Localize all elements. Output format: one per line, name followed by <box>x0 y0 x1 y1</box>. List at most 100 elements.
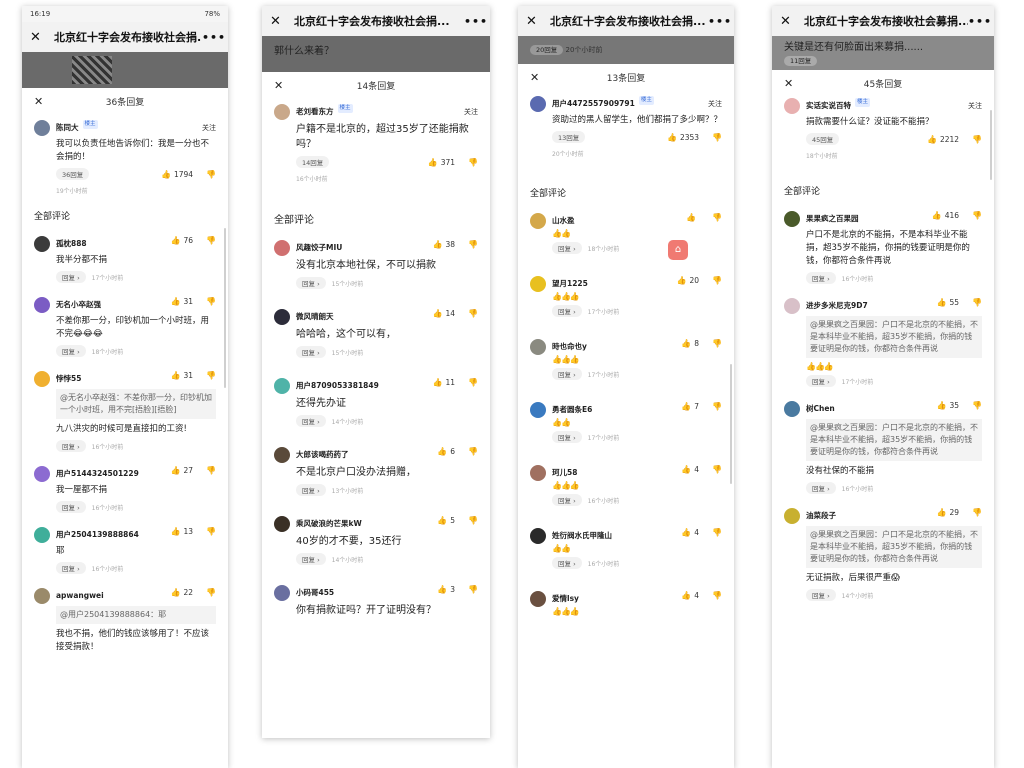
username[interactable]: 用户4472557909791 <box>552 96 635 112</box>
avatar[interactable] <box>530 591 546 607</box>
avatar[interactable] <box>274 104 290 120</box>
like-icon[interactable]: 👍 <box>932 211 942 220</box>
username[interactable]: 山水盈 <box>552 213 686 229</box>
close-icon[interactable]: ✕ <box>784 77 798 90</box>
dislike-icon[interactable]: 👎 <box>972 298 982 307</box>
like-icon[interactable]: 👍 <box>681 528 691 537</box>
more-icon[interactable]: ••• <box>202 31 225 44</box>
username[interactable]: apwangwei <box>56 588 171 604</box>
dislike-icon[interactable]: 👎 <box>468 158 478 167</box>
like-icon[interactable]: 👍 <box>937 508 947 517</box>
like-icon[interactable]: 👍 <box>171 527 181 536</box>
dislike-icon[interactable]: 👎 <box>468 309 478 318</box>
username[interactable]: 爱情lsy <box>552 591 681 607</box>
avatar[interactable] <box>274 585 290 601</box>
replies-pill[interactable]: 13回复 <box>552 131 586 143</box>
avatar[interactable] <box>34 527 50 543</box>
username[interactable]: 果果疯之百果园 <box>806 211 932 227</box>
reply-button[interactable]: 回复 › <box>296 346 326 358</box>
avatar[interactable] <box>784 298 800 314</box>
like-icon[interactable]: 👍 <box>433 378 443 387</box>
username[interactable]: 時也命也y <box>552 339 681 355</box>
like-icon[interactable]: 👍 <box>171 588 181 597</box>
scrollbar[interactable] <box>990 110 992 180</box>
dislike-icon[interactable]: 👎 <box>468 378 478 387</box>
avatar[interactable] <box>530 96 546 112</box>
follow-button[interactable]: 关注 <box>968 98 982 114</box>
avatar[interactable] <box>274 309 290 325</box>
dislike-icon[interactable]: 👎 <box>206 170 216 179</box>
dislike-icon[interactable]: 👎 <box>206 527 216 536</box>
dislike-icon[interactable]: 👎 <box>712 465 722 474</box>
reply-button[interactable]: 回复 › <box>552 494 582 506</box>
like-icon[interactable]: 👍 <box>681 591 691 600</box>
like-icon[interactable]: 👍 <box>937 401 947 410</box>
reply-button[interactable]: 回复 › <box>806 589 836 601</box>
like-icon[interactable]: 👍 <box>171 236 181 245</box>
username[interactable]: 用户2504139888864 <box>56 527 171 543</box>
more-icon[interactable]: ••• <box>968 15 991 28</box>
close-icon[interactable]: ✕ <box>30 30 46 45</box>
like-icon[interactable]: 👍 <box>433 240 443 249</box>
avatar[interactable] <box>34 371 50 387</box>
dislike-icon[interactable]: 👎 <box>712 402 722 411</box>
like-icon[interactable]: 👍 <box>437 516 447 525</box>
dislike-icon[interactable]: 👎 <box>206 371 216 380</box>
reply-button[interactable]: 回复 › <box>806 482 836 494</box>
username[interactable]: 勇者圆条E6 <box>552 402 681 418</box>
like-icon[interactable]: 👍 <box>681 339 691 348</box>
avatar[interactable] <box>784 98 800 114</box>
like-icon[interactable]: 👍 <box>937 298 947 307</box>
username[interactable]: 微风晴朗天 <box>296 309 433 325</box>
like-icon[interactable]: 👍 <box>686 213 696 222</box>
more-icon[interactable]: ••• <box>464 15 487 28</box>
avatar[interactable] <box>784 211 800 227</box>
like-icon[interactable]: 👍 <box>667 133 677 142</box>
reply-button[interactable]: 回复 › <box>56 440 86 452</box>
dislike-icon[interactable]: 👎 <box>972 401 982 410</box>
more-icon[interactable]: ••• <box>708 15 731 28</box>
reply-button[interactable]: 回复 › <box>552 557 582 569</box>
username[interactable]: 陈同大 <box>56 120 79 136</box>
reply-button[interactable]: 回复 › <box>296 484 326 496</box>
dislike-icon[interactable]: 👎 <box>712 591 722 600</box>
username[interactable]: 无名小卒赵强 <box>56 297 171 313</box>
avatar[interactable] <box>784 508 800 524</box>
dislike-icon[interactable]: 👎 <box>712 339 722 348</box>
reply-button[interactable]: 回复 › <box>56 345 86 357</box>
follow-button[interactable]: 关注 <box>708 96 722 112</box>
like-icon[interactable]: 👍 <box>437 447 447 456</box>
dislike-icon[interactable]: 👎 <box>972 508 982 517</box>
dislike-icon[interactable]: 👎 <box>206 466 216 475</box>
avatar[interactable] <box>34 588 50 604</box>
close-icon[interactable]: ✕ <box>530 71 544 84</box>
like-icon[interactable]: 👍 <box>927 135 937 144</box>
reply-button[interactable]: 回复 › <box>296 277 326 289</box>
like-icon[interactable]: 👍 <box>171 371 181 380</box>
close-icon[interactable]: ✕ <box>34 95 48 108</box>
avatar[interactable] <box>530 339 546 355</box>
avatar[interactable] <box>34 120 50 136</box>
close-icon[interactable]: ✕ <box>780 14 796 29</box>
avatar[interactable] <box>34 297 50 313</box>
dislike-icon[interactable]: 👎 <box>468 447 478 456</box>
dislike-icon[interactable]: 👎 <box>972 211 982 220</box>
dislike-icon[interactable]: 👎 <box>468 240 478 249</box>
avatar[interactable] <box>274 516 290 532</box>
username[interactable]: 风趣饺子MIU <box>296 240 433 256</box>
scrollbar[interactable] <box>224 228 226 388</box>
reply-button[interactable]: 回复 › <box>56 562 86 574</box>
like-icon[interactable]: 👍 <box>171 466 181 475</box>
like-icon[interactable]: 👍 <box>437 585 447 594</box>
reply-button[interactable]: 回复 › <box>56 271 86 283</box>
close-icon[interactable]: ✕ <box>270 14 286 29</box>
username[interactable]: 用户5144324501229 <box>56 466 171 482</box>
follow-button[interactable]: 关注 <box>202 120 216 136</box>
dislike-icon[interactable]: 👎 <box>206 588 216 597</box>
replies-pill[interactable]: 14回复 <box>296 156 330 168</box>
like-icon[interactable]: 👍 <box>677 276 687 285</box>
dislike-icon[interactable]: 👎 <box>712 276 722 285</box>
username[interactable]: 孤枕888 <box>56 236 171 252</box>
scrollbar[interactable] <box>730 364 732 484</box>
reply-button[interactable]: 回复 › <box>296 553 326 565</box>
